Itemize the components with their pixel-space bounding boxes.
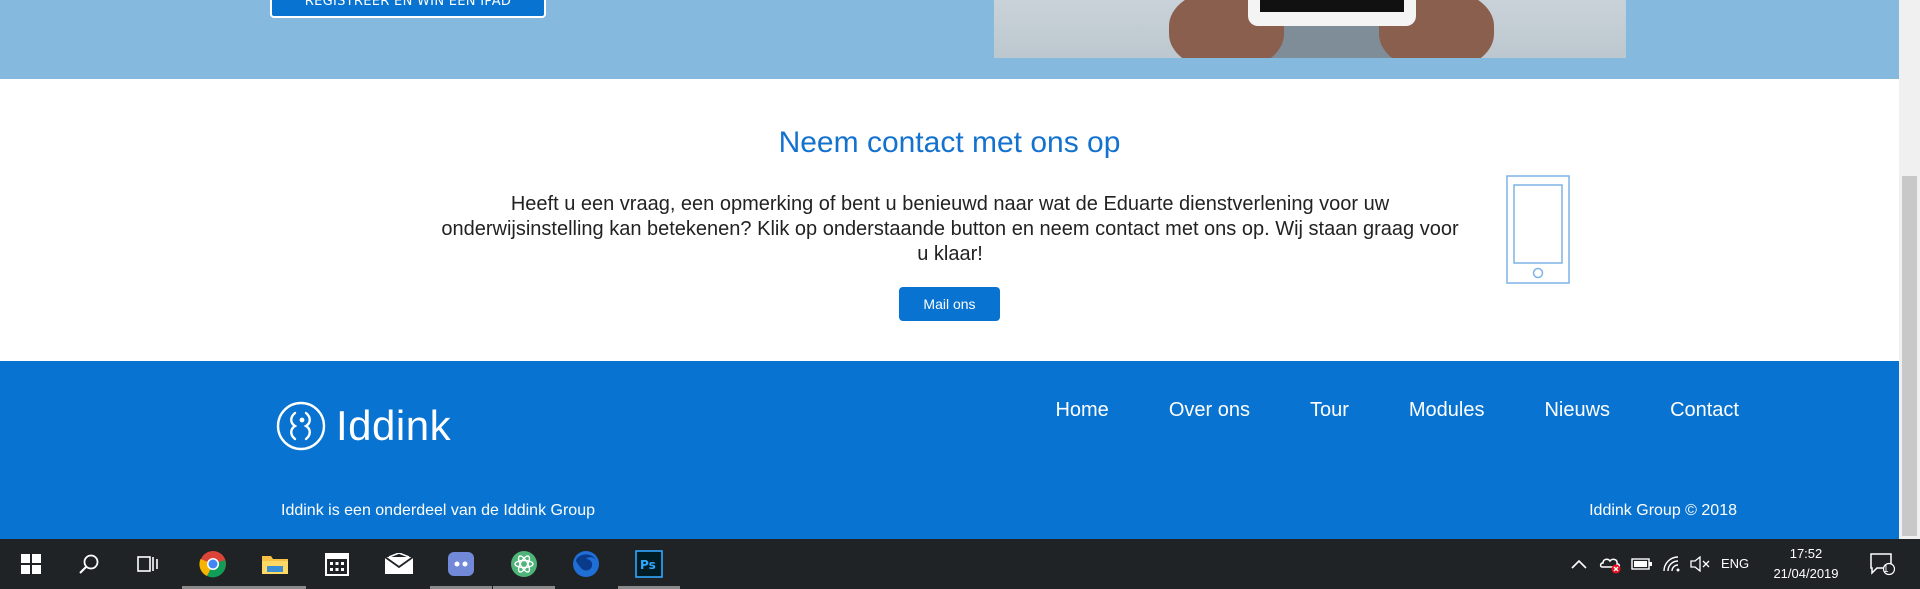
register-win-ipad-button[interactable]: REGISTREER EN WIN EEN IPAD xyxy=(270,0,546,18)
file-explorer-icon[interactable] xyxy=(244,539,306,589)
nav-modules[interactable]: Modules xyxy=(1409,399,1485,422)
scrollbar-thumb[interactable] xyxy=(1902,176,1917,536)
hero-section: REGISTREER EN WIN EEN IPAD xyxy=(0,0,1899,79)
contact-description-line: onderwijsinstelling kan betekenen? Klik … xyxy=(441,218,1459,240)
contact-title: Neem contact met ons op xyxy=(778,126,1121,159)
start-icon[interactable] xyxy=(0,539,62,589)
task-view-icon[interactable] xyxy=(118,539,180,589)
nav-tour[interactable]: Tour xyxy=(1310,399,1349,422)
notification-count: 1 xyxy=(1883,564,1889,575)
footer-copyright: Iddink Group © 2018 xyxy=(1589,502,1737,519)
photoshop-icon[interactable]: Ps xyxy=(618,539,680,589)
nav-over-ons[interactable]: Over ons xyxy=(1169,399,1250,422)
atom-icon[interactable] xyxy=(493,539,555,589)
mail-ons-button[interactable]: Mail ons xyxy=(899,287,1000,321)
browser-viewport: REGISTREER EN WIN EEN IPAD Neem contact … xyxy=(0,0,1899,539)
discord-icon[interactable] xyxy=(430,539,492,589)
battery-icon[interactable] xyxy=(1630,539,1654,589)
hero-image xyxy=(994,0,1626,58)
language-indicator[interactable]: ENG xyxy=(1721,539,1749,589)
clock-time: 17:52 xyxy=(1789,546,1823,561)
footer-nav: Home Over ons Tour Modules Nieuws Contac… xyxy=(995,399,1739,422)
wifi-icon[interactable] xyxy=(1660,539,1684,589)
contact-section: Neem contact met ons op Heeft u een vraa… xyxy=(0,79,1899,361)
chevron-up-icon[interactable] xyxy=(1568,539,1590,589)
system-clock[interactable]: 17:52 21/04/2019 xyxy=(1758,544,1854,584)
windows-taskbar: Ps ENG 17:52 21/04/2019 1 xyxy=(0,539,1920,589)
contact-description: Heeft u een vraag, een opmerking of bent… xyxy=(410,192,1490,267)
nav-nieuws[interactable]: Nieuws xyxy=(1544,399,1610,422)
mail-icon[interactable] xyxy=(368,539,430,589)
clock-date: 21/04/2019 xyxy=(1773,566,1839,581)
smartphone-outline-icon xyxy=(1506,175,1570,284)
search-icon[interactable] xyxy=(58,539,120,589)
site-footer: Iddink Home Over ons Tour Modules Nieuws… xyxy=(0,361,1899,539)
page-scrollbar[interactable] xyxy=(1899,0,1920,539)
iddink-logo-icon xyxy=(276,401,326,451)
nav-contact[interactable]: Contact xyxy=(1670,399,1739,422)
volume-muted-icon[interactable] xyxy=(1688,539,1712,589)
nav-home[interactable]: Home xyxy=(1055,399,1108,422)
iddink-logo[interactable]: Iddink xyxy=(276,399,451,453)
footer-group-note: Iddink is een onderdeel van de Iddink Gr… xyxy=(281,502,595,519)
contact-description-line: u klaar! xyxy=(917,243,983,265)
svg-text:Ps: Ps xyxy=(640,558,656,572)
contact-description-line: Heeft u een vraag, een opmerking of bent… xyxy=(510,193,1390,215)
chrome-icon[interactable] xyxy=(182,539,244,589)
onedrive-error-icon[interactable] xyxy=(1598,539,1624,589)
firefox-icon[interactable] xyxy=(555,539,617,589)
calendar-icon[interactable] xyxy=(306,539,368,589)
action-center-icon[interactable]: 1 xyxy=(1862,539,1902,589)
logo-text: Iddink xyxy=(336,402,452,449)
